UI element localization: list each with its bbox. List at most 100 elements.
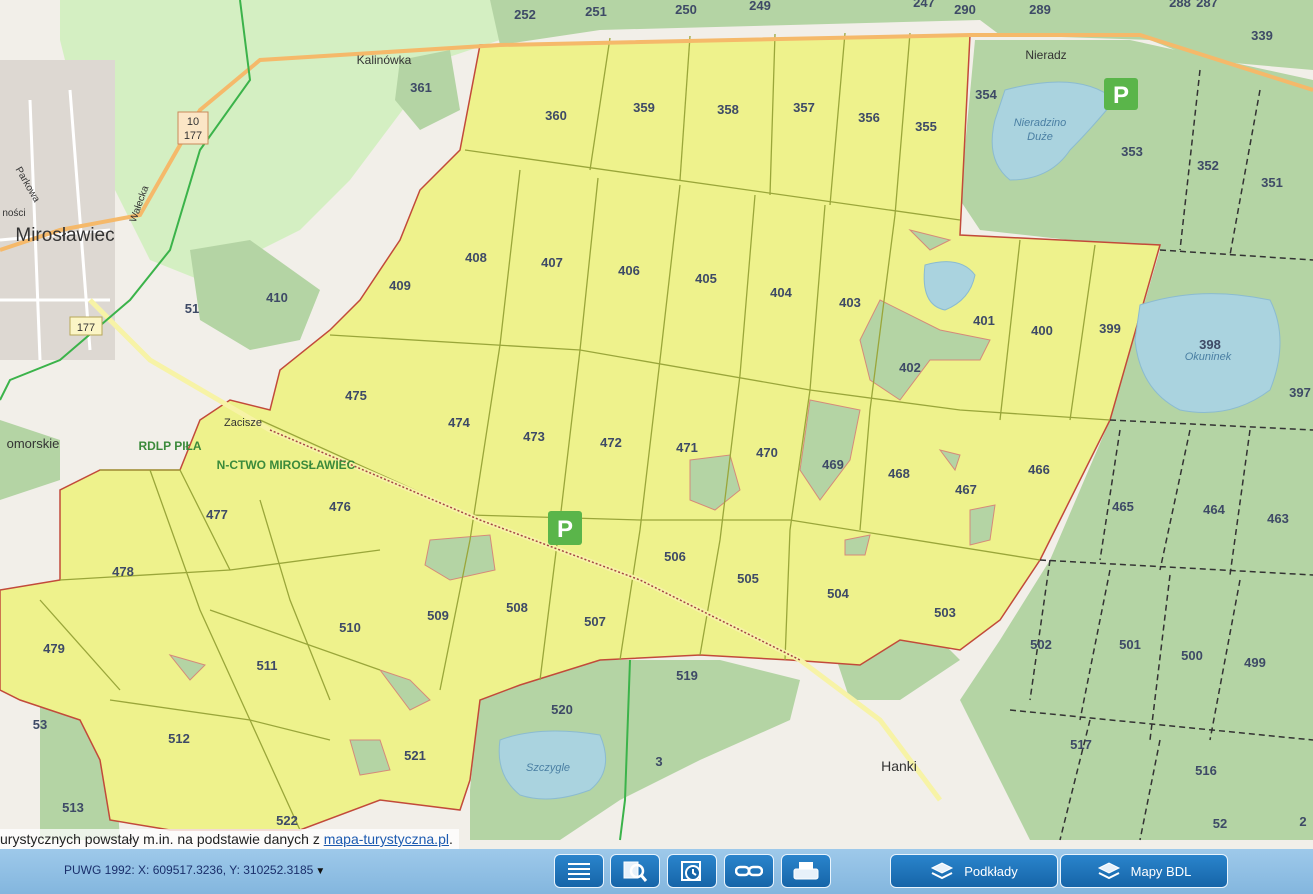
parcel-403[interactable]: 403 xyxy=(839,295,861,310)
parcel-469[interactable]: 469 xyxy=(822,457,844,472)
parcel-404[interactable]: 404 xyxy=(770,285,792,300)
parcel-52[interactable]: 52 xyxy=(1213,816,1227,831)
parcel-357[interactable]: 357 xyxy=(793,100,815,115)
parcel-288[interactable]: 288 xyxy=(1169,0,1191,10)
parking-marker-nieradz[interactable]: P xyxy=(1104,78,1138,110)
parcel-354[interactable]: 354 xyxy=(975,87,997,102)
parcel-358[interactable]: 358 xyxy=(717,102,739,117)
parcel-465[interactable]: 465 xyxy=(1112,499,1134,514)
parcel-355[interactable]: 355 xyxy=(915,119,937,134)
parcel-406[interactable]: 406 xyxy=(618,263,640,278)
search-map-button[interactable] xyxy=(610,854,660,888)
parcel-472[interactable]: 472 xyxy=(600,435,622,450)
parcel-478[interactable]: 478 xyxy=(112,564,134,579)
parcel-521[interactable]: 521 xyxy=(404,748,426,763)
parcel-356[interactable]: 356 xyxy=(858,110,880,125)
parcel-513[interactable]: 513 xyxy=(62,800,84,815)
parcel-353[interactable]: 353 xyxy=(1121,144,1143,159)
parcel-522[interactable]: 522 xyxy=(276,813,298,828)
parcel-509[interactable]: 509 xyxy=(427,608,449,623)
parcel-361[interactable]: 361 xyxy=(410,80,432,95)
parcel-463[interactable]: 463 xyxy=(1267,511,1289,526)
parcel-512[interactable]: 512 xyxy=(168,731,190,746)
parcel-251[interactable]: 251 xyxy=(585,4,607,19)
village-label-zacisze: Zacisze xyxy=(224,417,262,429)
parcel-519[interactable]: 519 xyxy=(676,668,698,683)
parcel-520[interactable]: 520 xyxy=(551,702,573,717)
parcel-407[interactable]: 407 xyxy=(541,255,563,270)
parcel-398[interactable]: 398 xyxy=(1199,337,1221,352)
parcel-53[interactable]: 53 xyxy=(33,717,47,732)
parcel-252[interactable]: 252 xyxy=(514,7,536,22)
parcel-517[interactable]: 517 xyxy=(1070,737,1092,752)
forest-map[interactable]: 360 359 358 357 356 355 409 408 407 406 … xyxy=(0,0,1313,894)
parcel-409[interactable]: 409 xyxy=(389,278,411,293)
parcel-249[interactable]: 249 xyxy=(749,0,771,13)
parcel-51[interactable]: 51 xyxy=(185,301,199,316)
lake-nieradzino-label-1: Nieradzino xyxy=(1014,117,1067,129)
parcel-247[interactable]: 247 xyxy=(913,0,935,10)
parcel-508[interactable]: 508 xyxy=(506,600,528,615)
parcel-397[interactable]: 397 xyxy=(1289,385,1311,400)
parcel-400[interactable]: 400 xyxy=(1031,323,1053,338)
mapy-bdl-label: Mapy BDL xyxy=(1130,863,1192,879)
parcel-405[interactable]: 405 xyxy=(695,271,717,286)
coordinates-dropdown-icon[interactable]: ▼ xyxy=(315,866,325,877)
parcel-500[interactable]: 500 xyxy=(1181,648,1203,663)
parcel-401[interactable]: 401 xyxy=(973,313,995,328)
parcel-499[interactable]: 499 xyxy=(1244,655,1266,670)
parcel-466[interactable]: 466 xyxy=(1028,462,1050,477)
svg-text:177: 177 xyxy=(77,322,95,334)
coordinates-display[interactable]: PUWG 1992: X: 609517.3236, Y: 310252.318… xyxy=(64,863,325,877)
parcel-471[interactable]: 471 xyxy=(676,440,698,455)
parcel-507[interactable]: 507 xyxy=(584,614,606,629)
parcel-289[interactable]: 289 xyxy=(1029,2,1051,17)
podklady-button[interactable]: Podkłady xyxy=(890,854,1058,888)
parcel-476[interactable]: 476 xyxy=(329,499,351,514)
parcel-402[interactable]: 402 xyxy=(899,360,921,375)
parcel-501[interactable]: 501 xyxy=(1119,637,1141,652)
parcel-502[interactable]: 502 xyxy=(1030,637,1052,652)
parking-marker-main[interactable]: P xyxy=(548,511,582,545)
legend-list-button[interactable] xyxy=(554,854,604,888)
mapy-bdl-button[interactable]: Mapy BDL xyxy=(1060,854,1228,888)
parcel-474[interactable]: 474 xyxy=(448,415,470,430)
history-clock-icon xyxy=(681,861,701,881)
parcel-503[interactable]: 503 xyxy=(934,605,956,620)
parcel-360[interactable]: 360 xyxy=(545,108,567,123)
lake-okuninek-label: Okuninek xyxy=(1185,351,1232,363)
parcel-290[interactable]: 290 xyxy=(954,2,976,17)
parcel-339[interactable]: 339 xyxy=(1251,28,1273,43)
list-icon xyxy=(568,863,590,880)
parcel-399[interactable]: 399 xyxy=(1099,321,1121,336)
parcel-410[interactable]: 410 xyxy=(266,290,288,305)
parcel-352[interactable]: 352 xyxy=(1197,158,1219,173)
parcel-287[interactable]: 287 xyxy=(1196,0,1218,10)
village-label-nieradz: Nieradz xyxy=(1025,48,1066,62)
parcel-359[interactable]: 359 xyxy=(633,100,655,115)
parcel-408[interactable]: 408 xyxy=(465,250,487,265)
parcel-470[interactable]: 470 xyxy=(756,445,778,460)
parcel-479[interactable]: 479 xyxy=(43,641,65,656)
parcel-504[interactable]: 504 xyxy=(827,586,849,601)
parcel-464[interactable]: 464 xyxy=(1203,502,1225,517)
attribution-link[interactable]: mapa-turystyczna.pl xyxy=(324,831,449,847)
parcel-467[interactable]: 467 xyxy=(955,482,977,497)
parcel-473[interactable]: 473 xyxy=(523,429,545,444)
parcel-468[interactable]: 468 xyxy=(888,466,910,481)
history-button[interactable] xyxy=(667,854,717,888)
parcel-475[interactable]: 475 xyxy=(345,388,367,403)
parcel-3[interactable]: 3 xyxy=(655,754,662,769)
parcel-477[interactable]: 477 xyxy=(206,507,228,522)
parcel-506[interactable]: 506 xyxy=(664,549,686,564)
parcel-511[interactable]: 511 xyxy=(257,658,278,673)
print-button[interactable] xyxy=(781,854,831,888)
parcel-2[interactable]: 2 xyxy=(1299,814,1306,829)
parcel-250[interactable]: 250 xyxy=(675,2,697,17)
parcel-351[interactable]: 351 xyxy=(1261,175,1283,190)
parcel-510[interactable]: 510 xyxy=(339,620,361,635)
link-button[interactable] xyxy=(724,854,774,888)
parcel-505[interactable]: 505 xyxy=(737,571,759,586)
attribution-text: urystycznych powstały m.in. na podstawie… xyxy=(0,831,324,847)
parcel-516[interactable]: 516 xyxy=(1195,763,1217,778)
